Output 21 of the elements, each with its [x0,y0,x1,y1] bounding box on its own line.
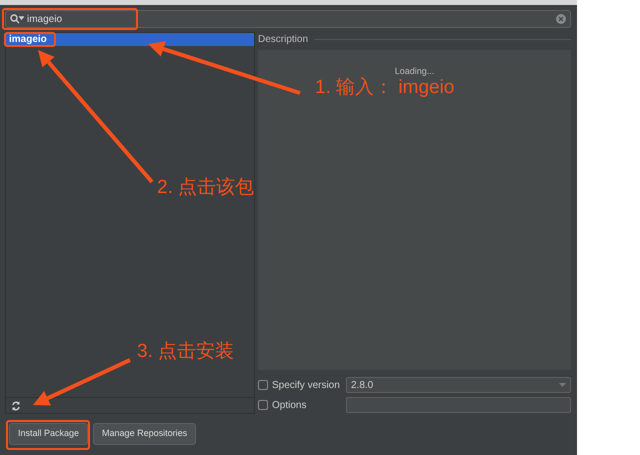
caret-icon [559,383,566,387]
options-label: Options [272,398,308,412]
version-dropdown[interactable]: 2.8.0 [346,377,571,393]
clear-icon[interactable] [556,14,566,24]
loading-text: Loading... [394,66,434,77]
item-highlight-frame [4,32,56,47]
manage-repositories-button[interactable]: Manage Repositories [93,423,196,444]
version-label: Specify version [272,378,341,392]
checkbox[interactable] [258,380,268,390]
search-input[interactable]: imageio [27,12,553,26]
package-item[interactable]: imageio [6,33,254,46]
checkbox[interactable] [258,400,268,410]
refresh-icon[interactable] [11,400,21,410]
search-box[interactable]: imageio [5,10,571,28]
annotation-text: 3. 点击安装 [137,342,234,363]
description-heading: Description [258,32,308,46]
options-input[interactable] [346,397,571,413]
annotation-text: 2. 点击该包 [157,178,254,199]
install-button[interactable]: Install Package [9,423,88,444]
search-icon [10,14,24,24]
annotation-text: 1. 输入： imgeio [315,78,454,99]
